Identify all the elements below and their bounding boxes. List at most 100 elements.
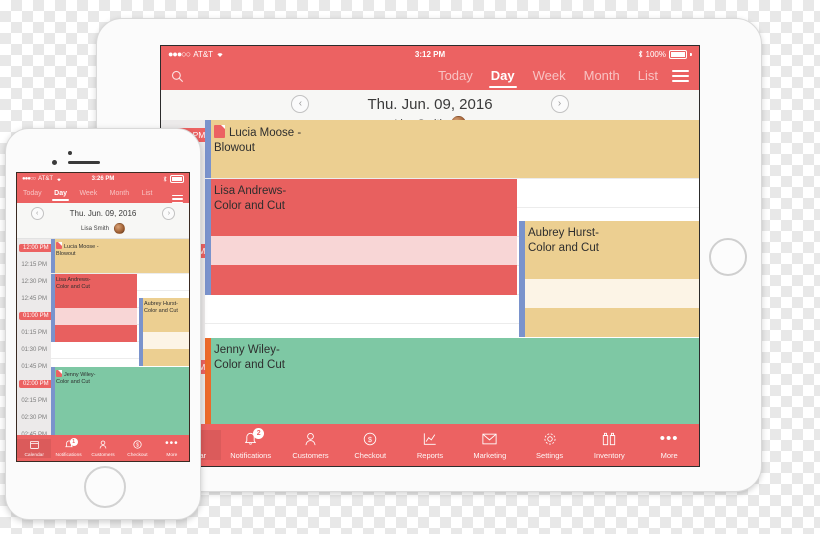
- sensor-dot-icon: [52, 160, 57, 165]
- tab-marketing[interactable]: Marketing: [460, 430, 520, 460]
- tab-notifications[interactable]: 1 Notifications: [51, 437, 85, 458]
- phone-calendar-viewport[interactable]: 12:00 PM 12:15 PM 12:30 PM 12:45 PM 01:0…: [17, 239, 189, 435]
- tab-reports[interactable]: Reports: [400, 430, 460, 460]
- current-date-label: Thu. Jun. 09, 2016: [69, 209, 137, 218]
- person-icon: [304, 430, 317, 448]
- time-slot: 01:30 PM: [21, 346, 47, 353]
- tab-today[interactable]: Today: [438, 62, 473, 90]
- phone-appointment-grid[interactable]: Lucia Moose - Blowout Lisa Andrews- Colo…: [51, 239, 189, 435]
- svg-text:$: $: [136, 442, 139, 448]
- tab-inventory[interactable]: Inventory: [579, 430, 639, 460]
- tab-label: Checkout: [354, 451, 387, 460]
- tablet-calendar-viewport[interactable]: 12:00 PM 12:15 PM 12:30 PM 12:45 PM 01:0…: [161, 120, 699, 424]
- tablet-calendar-body: 12:00 PM 12:15 PM 12:30 PM 12:45 PM 01:0…: [161, 120, 699, 424]
- envelope-icon: [482, 430, 497, 448]
- battery-cap-icon: [690, 52, 692, 56]
- time-slot: 12:30 PM: [21, 278, 47, 285]
- appointment-title: Aubrey Hurst- Color and Cut: [144, 301, 178, 314]
- battery-icon: [170, 175, 184, 183]
- date-nav-row: ‹ Thu. Jun. 09, 2016 ›: [17, 207, 189, 220]
- front-camera-icon: [68, 151, 72, 155]
- note-icon: [56, 370, 62, 377]
- prev-day-button[interactable]: ‹: [30, 207, 44, 220]
- svg-text:$: $: [368, 437, 372, 444]
- stylist-row[interactable]: Lisa Smith: [17, 223, 189, 234]
- tab-month[interactable]: Month: [110, 185, 129, 203]
- appointment-mid-band: [519, 279, 699, 308]
- stylist-name-label: Lisa Smith: [80, 225, 109, 232]
- bottles-icon: [602, 430, 616, 448]
- prev-day-button[interactable]: ‹: [291, 95, 310, 113]
- current-date-label: Thu. Jun. 09, 2016: [367, 95, 493, 113]
- tab-list[interactable]: List: [142, 185, 153, 203]
- appointment-block[interactable]: Jenny Wiley- Color and Cut: [51, 367, 189, 435]
- tab-customers[interactable]: Customers: [281, 430, 341, 460]
- time-slot: 01:15 PM: [21, 329, 47, 336]
- search-icon[interactable]: [171, 70, 184, 83]
- tab-calendar[interactable]: Calendar: [17, 438, 52, 458]
- earpiece-speaker-icon: [68, 161, 100, 164]
- tab-checkout[interactable]: $ Checkout: [340, 430, 400, 460]
- phone-view-tabs: Today Day Week Month List: [23, 185, 183, 203]
- appointment-block[interactable]: Aubrey Hurst- Color and Cut: [519, 221, 699, 337]
- battery-percent-label: 100%: [645, 49, 666, 59]
- tab-label: Checkout: [127, 452, 148, 458]
- next-day-button[interactable]: ›: [162, 207, 176, 220]
- appointment-block[interactable]: Lucia Moose - Blowout: [205, 120, 699, 178]
- time-slot: 01:00 PM: [17, 307, 54, 324]
- tab-day[interactable]: Day: [52, 185, 69, 203]
- tab-label: More: [166, 452, 178, 458]
- tab-today[interactable]: Today: [23, 185, 42, 203]
- phone-calendar-body: 12:00 PM 12:15 PM 12:30 PM 12:45 PM 01:0…: [17, 239, 189, 435]
- appointment-title: Lucia Moose - Blowout: [205, 120, 699, 155]
- tablet-home-button[interactable]: [709, 238, 747, 276]
- tablet-status-bar: ●●●○○ AT&T 3:12 PM 100%: [161, 46, 699, 62]
- tab-day[interactable]: Day: [488, 62, 517, 90]
- tab-settings[interactable]: Settings: [520, 430, 580, 460]
- phone-status-bar: ●●●○○ AT&T 3:26 PM: [17, 173, 189, 185]
- gear-icon: [543, 430, 557, 448]
- tab-checkout[interactable]: $ Checkout: [120, 439, 154, 458]
- bell-icon: 1: [64, 437, 78, 450]
- tab-month[interactable]: Month: [584, 62, 620, 90]
- time-slot: 12:00 PM: [17, 239, 54, 256]
- phone-time-column: 12:00 PM 12:15 PM 12:30 PM 12:45 PM 01:0…: [17, 239, 54, 436]
- tab-label: Notifications: [230, 451, 272, 460]
- tab-week[interactable]: Week: [533, 62, 566, 90]
- appointment-mid-band: [51, 308, 137, 325]
- phone-screen: ●●●○○ AT&T 3:26 PM Today Day Week Month …: [16, 172, 190, 462]
- appointment-title: Aubrey Hurst- Color and Cut: [528, 227, 599, 254]
- date-nav-row: ‹ Thu. Jun. 09, 2016 ›: [161, 95, 699, 113]
- hamburger-menu-icon[interactable]: [171, 194, 183, 203]
- appointment-block[interactable]: Lucia Moose - Blowout: [51, 239, 189, 273]
- time-slot: 02:00 PM: [17, 375, 54, 392]
- tab-list[interactable]: List: [638, 62, 658, 90]
- tab-customers[interactable]: Customers: [86, 439, 120, 458]
- tab-notifications[interactable]: 2 Notifications: [221, 428, 281, 460]
- appointment-title: Jenny Wiley- Color and Cut: [51, 367, 189, 386]
- appointment-block[interactable]: Lisa Andrews- Color and Cut: [51, 274, 137, 342]
- status-bar-right: [163, 175, 184, 183]
- time-slot: 02:45 PM: [21, 431, 47, 436]
- dollar-circle-icon: $: [133, 439, 142, 450]
- appointment-title: Lisa Andrews- Color and Cut: [56, 277, 91, 290]
- appointment-mid-band: [205, 236, 517, 265]
- tab-label: More: [660, 451, 678, 460]
- appointment-block[interactable]: Lisa Andrews- Color and Cut: [205, 179, 517, 295]
- phone-nav-bar: Today Day Week Month List: [17, 185, 189, 203]
- phone-home-button[interactable]: [84, 466, 126, 508]
- tablet-appointment-grid[interactable]: Lucia Moose - Blowout Lisa Andrews- Colo…: [205, 120, 699, 424]
- tab-label: Inventory: [593, 451, 625, 460]
- notification-badge: 2: [253, 428, 265, 439]
- tab-week[interactable]: Week: [79, 185, 97, 203]
- tab-more[interactable]: ••• More: [639, 430, 699, 460]
- status-bar-right: 100%: [638, 49, 692, 59]
- appointment-block[interactable]: Jenny Wiley- Color and Cut: [205, 338, 699, 424]
- time-slot: 02:30 PM: [21, 414, 47, 421]
- hamburger-menu-icon[interactable]: [672, 70, 689, 82]
- appointment-title: Lucia Moose - Blowout: [51, 239, 189, 258]
- appointment-block[interactable]: Aubrey Hurst- Color and Cut: [139, 298, 189, 366]
- tab-more[interactable]: ••• More: [155, 439, 189, 458]
- bluetooth-icon: [638, 50, 643, 58]
- next-day-button[interactable]: ›: [550, 95, 569, 113]
